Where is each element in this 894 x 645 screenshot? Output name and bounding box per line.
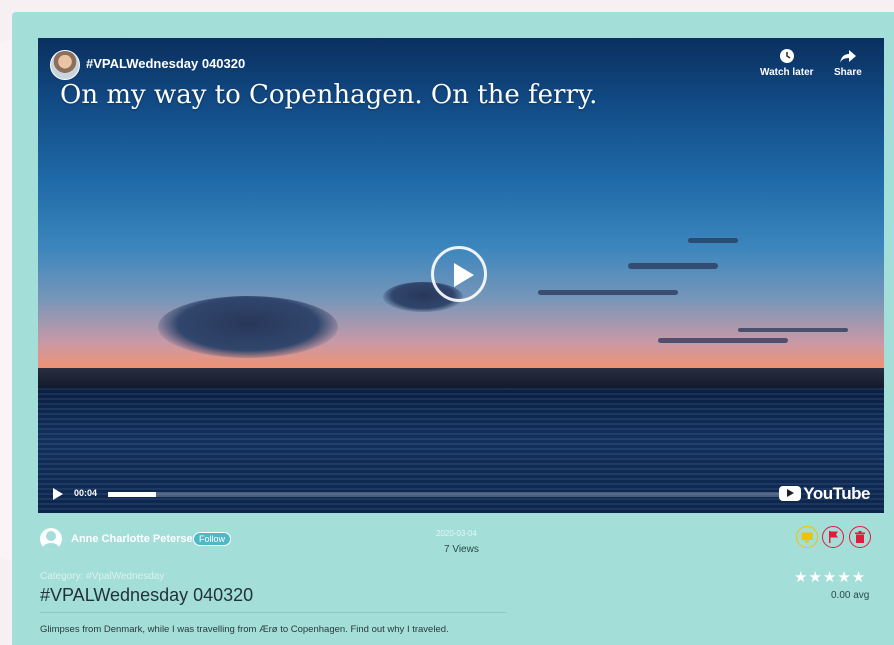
monitor-icon [801, 532, 813, 542]
share-button[interactable]: Share [834, 48, 862, 78]
post-description: Glimpses from Denmark, while I was trave… [40, 624, 449, 635]
delete-button[interactable] [849, 526, 871, 548]
youtube-wordmark: YouTube [803, 484, 870, 503]
author-name[interactable]: Anne Charlotte Petersen [71, 533, 199, 545]
share-label: Share [834, 67, 862, 78]
share-icon [839, 50, 856, 63]
cloud-streak [538, 290, 678, 295]
play-icon[interactable] [53, 488, 63, 500]
channel-avatar[interactable] [50, 50, 80, 80]
watch-later-label: Watch later [760, 67, 814, 78]
user-avatar[interactable] [40, 528, 62, 550]
post-title: #VPALWednesday 040320 [40, 585, 254, 605]
rating-stars[interactable]: ★★★★★ [794, 568, 866, 586]
progress-fill [108, 492, 156, 497]
rating-average: 0.00 avg [831, 590, 870, 601]
progress-bar[interactable] [108, 492, 788, 497]
youtube-logo[interactable]: YouTube [779, 484, 870, 504]
player-controls: 00:04 YouTube [38, 483, 884, 507]
watch-later-button[interactable]: Watch later [760, 48, 814, 78]
video-player[interactable]: #VPALWednesday 040320 On my way to Copen… [38, 38, 884, 513]
play-button[interactable] [431, 246, 487, 302]
divider [40, 612, 506, 613]
video-title[interactable]: #VPALWednesday 040320 [86, 56, 245, 71]
view-count: 7 Views [444, 544, 479, 555]
report-button[interactable] [822, 526, 844, 548]
shoreline [38, 368, 884, 390]
category-link[interactable]: Category: #VpalWednesday [40, 571, 164, 582]
cloud-streak [738, 328, 848, 332]
time-display: 00:04 [74, 488, 98, 498]
cloud-streak [628, 263, 718, 269]
clock-icon [779, 49, 794, 63]
follow-button[interactable]: Follow [193, 532, 232, 546]
trash-icon [855, 531, 865, 543]
post-date: 2020-03-04 [436, 529, 477, 538]
flag-icon [828, 531, 838, 543]
video-caption: On my way to Copenhagen. On the ferry. [60, 80, 598, 110]
youtube-play-icon [779, 486, 802, 501]
cloud [158, 296, 338, 358]
cloud-streak [658, 338, 788, 343]
monitor-button[interactable] [796, 526, 818, 548]
cloud-streak [688, 238, 738, 243]
